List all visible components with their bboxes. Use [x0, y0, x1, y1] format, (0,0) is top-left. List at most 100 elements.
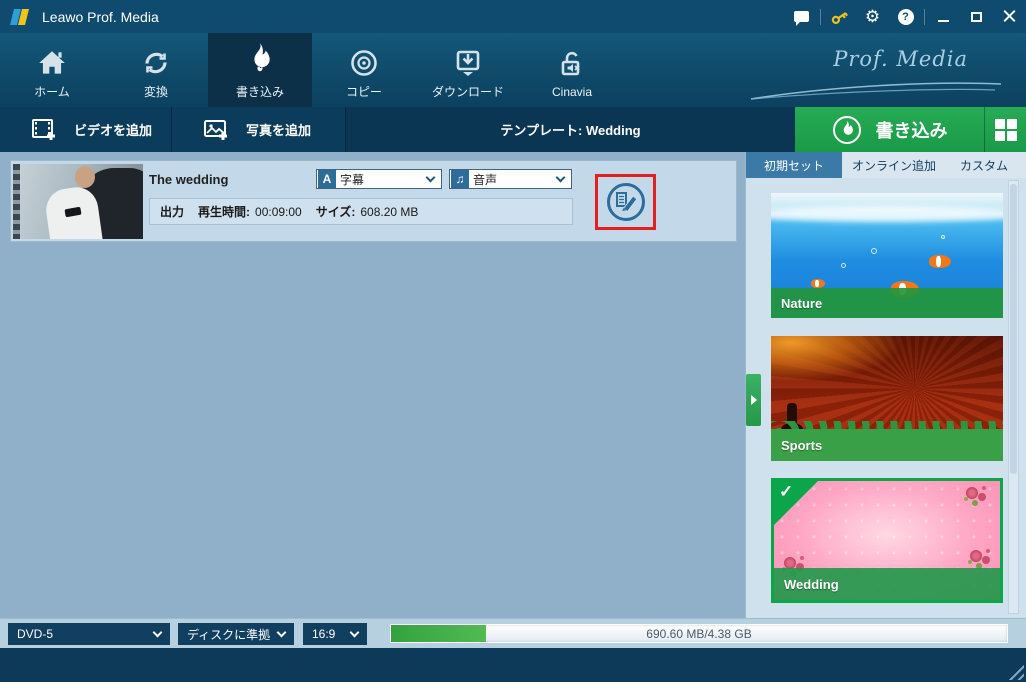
size-value: 608.20 MB [360, 204, 419, 219]
sidebar-collapse-handle[interactable] [746, 374, 761, 426]
output-info: 出力 再生時間: 00:09:00 サイズ: 608.20 MB [149, 198, 573, 225]
nav-item-copy[interactable]: コピー [312, 33, 416, 107]
nav-label: ダウンロード [431, 85, 504, 99]
audio-dropdown[interactable]: ♫ 音声 [449, 169, 572, 189]
download-icon [452, 40, 484, 78]
tab-custom-templates[interactable]: カスタム [946, 152, 1022, 178]
maximize-button[interactable] [960, 0, 993, 33]
template-name: Wedding [784, 576, 839, 592]
template-list: Nature Sports Wedding ✓ [746, 178, 1026, 618]
window-title: Leawo Prof. Media [42, 8, 159, 25]
cinavia-unlock-icon [556, 42, 588, 80]
grid-icon [994, 118, 1017, 141]
add-photo-icon [204, 119, 227, 140]
nav-label: ホーム [34, 85, 70, 99]
fit-to-disc-dropdown[interactable]: ディスクに準拠 [178, 623, 294, 645]
nav-item-cinavia[interactable]: Cinavia [520, 33, 624, 107]
capacity-progress-bar: 690.60 MB/4.38 GB [390, 624, 1008, 643]
nav-label: 変換 [143, 85, 168, 99]
capacity-text: 690.60 MB/4.38 GB [646, 626, 752, 641]
nav-label: 書き込み [235, 85, 284, 99]
burn-button[interactable]: 書き込み [795, 107, 985, 152]
chevron-down-icon [555, 172, 566, 183]
template-name: Sports [781, 437, 823, 453]
settings-button[interactable]: ⚙ [856, 0, 889, 33]
key-icon [831, 11, 848, 24]
chevron-down-icon [349, 627, 360, 638]
sidebar-tabs: 初期セット オンライン追加 カスタム [746, 152, 1026, 178]
nav-item-convert[interactable]: 変換 [104, 33, 208, 107]
burn-icon [243, 40, 277, 78]
nav-item-download[interactable]: ダウンロード [416, 33, 520, 107]
nav-label: Cinavia [551, 84, 593, 99]
edit-annotation-box [595, 174, 656, 230]
nav-item-home[interactable]: ホーム [0, 33, 104, 107]
bottom-bar: DVD-5 ディスクに準拠 16:9 690.60 MB/4.38 GB [0, 618, 1026, 648]
convert-icon [140, 40, 172, 78]
edit-video-button[interactable] [604, 180, 648, 224]
music-note-icon: ♫ [451, 170, 469, 188]
template-name: Nature [781, 295, 823, 311]
aspect-ratio-value: 16:9 [312, 627, 336, 641]
check-icon: ✓ [779, 482, 794, 501]
feedback-button[interactable] [785, 0, 818, 33]
sidebar-scrollbar[interactable] [1008, 180, 1019, 614]
title-bar: Leawo Prof. Media ⚙ ? [0, 0, 1026, 33]
duration-value: 00:09:00 [255, 204, 302, 219]
template-label-band: Sports [771, 429, 1003, 461]
burn-flame-icon [832, 115, 861, 144]
help-icon: ? [897, 8, 914, 25]
chevron-down-icon [425, 172, 436, 183]
template-sports[interactable]: Sports [771, 336, 1003, 461]
tab-builtin-templates[interactable]: 初期セット [746, 152, 842, 178]
template-label: テンプレート: Wedding [500, 123, 641, 138]
titlebar-separator [924, 8, 925, 25]
status-bar [0, 648, 1026, 682]
disc-type-dropdown[interactable]: DVD-5 [8, 623, 170, 645]
message-bubble-icon [794, 11, 809, 26]
minimize-icon [938, 19, 949, 22]
template-bar: テンプレート: Wedding [346, 107, 795, 152]
nav-label: コピー [345, 85, 382, 99]
nav-item-burn[interactable]: 書き込み [208, 33, 312, 107]
close-button[interactable] [993, 0, 1026, 33]
subtitle-dropdown[interactable]: A 字幕 [316, 169, 442, 189]
queue-grid-button[interactable] [985, 107, 1026, 152]
tab-online-templates[interactable]: オンライン追加 [842, 152, 946, 178]
add-video-icon [32, 118, 55, 140]
add-photo-button[interactable]: 写真を追加 [172, 107, 346, 152]
video-item-row[interactable]: The wedding A 字幕 ♫ 音声 出力 再生時間: 00:09:00 … [10, 160, 737, 242]
output-label: 出力 [160, 205, 185, 219]
chevron-down-icon [276, 627, 287, 638]
resize-grip[interactable] [1008, 664, 1024, 680]
content-area: The wedding A 字幕 ♫ 音声 出力 再生時間: 00:09:00 … [0, 152, 745, 618]
main-area: The wedding A 字幕 ♫ 音声 出力 再生時間: 00:09:00 … [0, 152, 1026, 618]
scrollbar-thumb[interactable] [1010, 184, 1017, 474]
gear-icon: ⚙ [864, 7, 881, 26]
copy-disc-icon [348, 40, 380, 78]
video-title: The wedding [149, 172, 229, 187]
register-button[interactable] [823, 0, 856, 33]
minimize-button[interactable] [927, 0, 960, 33]
subtitle-a-icon: A [318, 170, 336, 188]
template-sidebar: 初期セット オンライン追加 カスタム Nature Sports Wedding… [745, 152, 1026, 618]
video-thumbnail [13, 164, 143, 239]
template-label-band: Wedding [774, 568, 1000, 600]
add-video-button[interactable]: ビデオを追加 [0, 107, 172, 152]
add-photo-label: 写真を追加 [246, 123, 312, 138]
audio-dropdown-value: 音声 [473, 172, 498, 187]
app-window: Leawo Prof. Media ⚙ ? ホーム 変換 書き込み コピー ダウ… [0, 0, 1026, 682]
aspect-ratio-dropdown[interactable]: 16:9 [303, 623, 367, 645]
maximize-icon [971, 11, 982, 22]
arrow-right-icon [750, 395, 757, 405]
brand-logo: Prof. Media [833, 47, 968, 71]
size-label: サイズ: [315, 205, 356, 219]
main-nav: ホーム 変換 書き込み コピー ダウンロード Cinavia Prof. Med… [0, 33, 1026, 107]
template-wedding[interactable]: Wedding ✓ [771, 478, 1003, 603]
close-icon [1003, 10, 1016, 23]
app-logo-icon [10, 8, 32, 26]
template-nature[interactable]: Nature [771, 193, 1003, 318]
chevron-down-icon [152, 627, 163, 638]
help-button[interactable]: ? [889, 0, 922, 33]
add-video-label: ビデオを追加 [74, 123, 153, 138]
